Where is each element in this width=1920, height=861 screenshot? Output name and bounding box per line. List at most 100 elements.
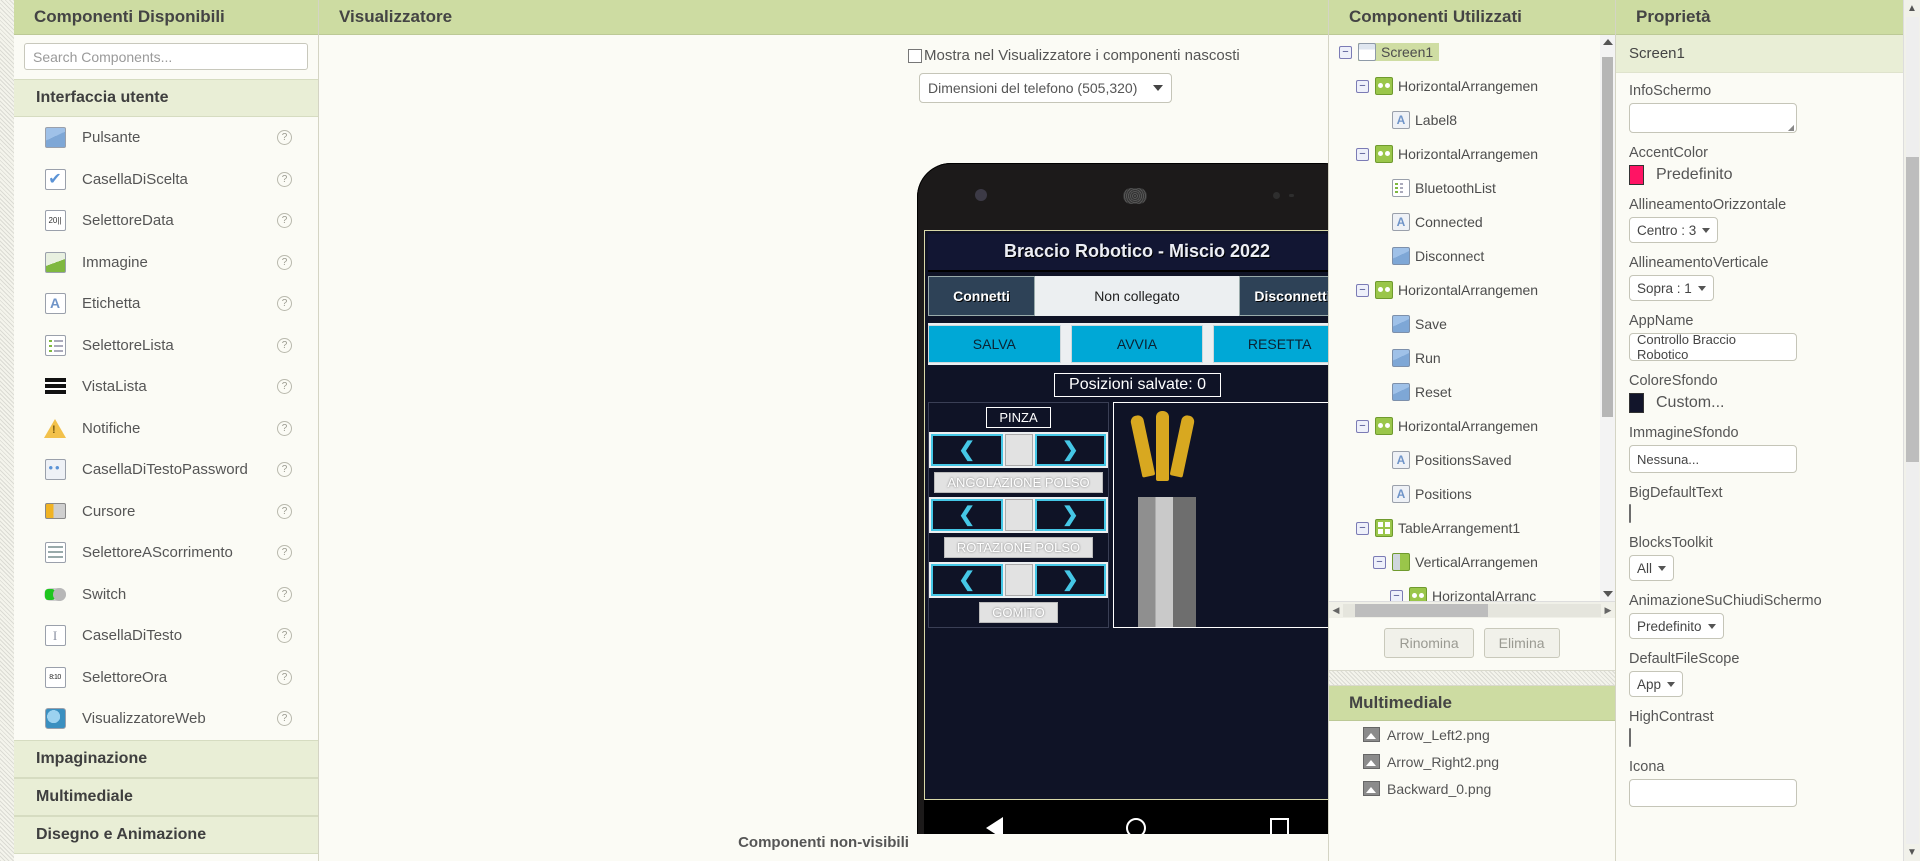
arrow-right-button-1[interactable]: ❯: [1034, 499, 1106, 531]
tree-node-label8[interactable]: Label8: [1329, 103, 1615, 137]
tree-node-bluetoothlist[interactable]: BluetoothList: [1329, 171, 1615, 205]
tree-scroll-right-icon[interactable]: ▶: [1601, 605, 1615, 616]
help-icon[interactable]: ?: [277, 462, 292, 478]
palette-item-visualizzatoreweb[interactable]: VisualizzatoreWeb?: [14, 698, 318, 740]
properties-scroll-down-icon[interactable]: ▼: [1907, 844, 1917, 861]
palette-item-immagine[interactable]: Immagine?: [14, 242, 318, 284]
help-icon[interactable]: ?: [277, 628, 292, 644]
palette-category-impaginazione[interactable]: Impaginazione: [14, 739, 318, 778]
recents-icon[interactable]: [1270, 818, 1290, 834]
tree-node-screen1[interactable]: − Screen1: [1329, 35, 1615, 69]
help-icon[interactable]: ?: [277, 545, 292, 561]
tree-node-run[interactable]: Run: [1329, 341, 1615, 375]
tree-scroll-thumb[interactable]: [1602, 57, 1613, 417]
tree-node-horizontalarrangemen[interactable]: − HorizontalArrangemen: [1329, 137, 1615, 171]
tree-node-horizontalarrangemen[interactable]: − HorizontalArrangemen: [1329, 409, 1615, 443]
tree-toggle-icon[interactable]: −: [1356, 79, 1369, 93]
tree-node-horizontalarrangemen[interactable]: − HorizontalArrangemen: [1329, 69, 1615, 103]
tree-vertical-scrollbar[interactable]: [1600, 35, 1615, 601]
tree-node-positions[interactable]: Positions: [1329, 477, 1615, 511]
palette-item-cursore[interactable]: Cursore?: [14, 491, 318, 533]
media-item-Backward_0.png[interactable]: Backward_0.png: [1329, 775, 1615, 802]
tree-node-save[interactable]: Save: [1329, 307, 1615, 341]
palette-item-selettoreascorrimento[interactable]: SelettoreAScorrimento?: [14, 532, 318, 574]
arrow-right-button-0[interactable]: ❯: [1034, 434, 1106, 466]
property-select[interactable]: Predefinito: [1629, 613, 1724, 639]
tree-toggle-icon[interactable]: −: [1339, 45, 1352, 59]
tree-node-disconnect[interactable]: Disconnect: [1329, 239, 1615, 273]
palette-item-caselladitestopassword[interactable]: CasellaDiTestoPassword?: [14, 449, 318, 491]
help-icon[interactable]: ?: [277, 213, 292, 229]
media-item-Arrow_Right2.png[interactable]: Arrow_Right2.png: [1329, 748, 1615, 775]
disconnect-button[interactable]: Disconnetti: [1239, 276, 1328, 316]
help-icon[interactable]: ?: [277, 337, 292, 353]
palette-item-switch[interactable]: Switch?: [14, 574, 318, 616]
arrow-left-button-2[interactable]: ❮: [931, 564, 1003, 596]
tree-node-horizontalarrangemen[interactable]: − HorizontalArrangemen: [1329, 273, 1615, 307]
tree-scroll-down-icon[interactable]: [1603, 591, 1613, 597]
tree-node-verticalarrangemen[interactable]: − VerticalArrangemen: [1329, 545, 1615, 579]
property-select[interactable]: Centro : 3: [1629, 217, 1719, 243]
tree-node-connected[interactable]: Connected: [1329, 205, 1615, 239]
help-icon[interactable]: ?: [277, 669, 292, 685]
help-icon[interactable]: ?: [277, 379, 292, 395]
tree-hscroll-track[interactable]: [1343, 603, 1601, 617]
help-icon[interactable]: ?: [277, 586, 292, 602]
property-color[interactable]: Custom...: [1629, 393, 1903, 413]
tree-node-positionssaved[interactable]: PositionsSaved: [1329, 443, 1615, 477]
tree-toggle-icon[interactable]: −: [1356, 283, 1369, 297]
help-icon[interactable]: ?: [277, 130, 292, 146]
property-select[interactable]: Sopra : 1: [1629, 275, 1714, 301]
property-select[interactable]: App: [1629, 671, 1684, 697]
property-textfield[interactable]: Controllo Braccio Robotico: [1629, 332, 1797, 362]
rename-button[interactable]: Rinomina: [1384, 628, 1474, 658]
connect-button[interactable]: Connetti: [928, 276, 1035, 316]
back-icon[interactable]: [985, 816, 1003, 834]
help-icon[interactable]: ?: [277, 711, 292, 727]
arrow-left-button-1[interactable]: ❮: [931, 499, 1003, 531]
tree-toggle-icon[interactable]: −: [1373, 555, 1386, 569]
property-textfield[interactable]: Nessuna...: [1629, 445, 1797, 473]
search-input[interactable]: [24, 43, 308, 70]
media-item-Arrow_Left2.png[interactable]: Arrow_Left2.png: [1329, 721, 1615, 748]
properties-scroll-thumb[interactable]: [1905, 157, 1919, 462]
properties-scroll-track[interactable]: [1905, 17, 1919, 844]
tree-node-horizontalarranc[interactable]: − HorizontalArranc: [1329, 579, 1615, 601]
tree-node-reset[interactable]: Reset: [1329, 375, 1615, 409]
arrow-right-button-2[interactable]: ❯: [1034, 564, 1106, 596]
property-checkbox[interactable]: [1629, 728, 1631, 747]
tree-scroll-up-icon[interactable]: [1603, 39, 1613, 45]
delete-button[interactable]: Elimina: [1483, 628, 1560, 658]
property-select[interactable]: All: [1629, 555, 1675, 581]
tree-hscroll-thumb[interactable]: [1355, 603, 1488, 617]
show-hidden-components-row[interactable]: Mostra nel Visualizzatore i componenti n…: [319, 35, 1328, 64]
help-icon[interactable]: ?: [277, 420, 292, 436]
color-swatch[interactable]: [1629, 393, 1644, 413]
palette-item-vistalista[interactable]: VistaLista?: [14, 366, 318, 408]
property-checkbox[interactable]: [1629, 504, 1631, 523]
help-icon[interactable]: ?: [277, 296, 292, 312]
home-icon[interactable]: [1126, 817, 1147, 834]
save-button[interactable]: SALVA: [928, 325, 1061, 363]
tree-toggle-icon[interactable]: −: [1356, 521, 1369, 535]
palette-item-selettorelista[interactable]: SelettoreLista?: [14, 325, 318, 367]
tree-horizontal-scrollbar[interactable]: ◀ ▶: [1329, 601, 1615, 618]
palette-category-interfaccia-utente[interactable]: Interfaccia utente: [14, 79, 318, 117]
tree-toggle-icon[interactable]: −: [1390, 589, 1403, 601]
palette-category-disegno-e-animazione[interactable]: Disegno e Animazione: [14, 815, 318, 854]
properties-scroll-up-icon[interactable]: ▲: [1907, 0, 1917, 17]
tree-toggle-icon[interactable]: −: [1356, 147, 1369, 161]
palette-item-selettoreora[interactable]: 8:10 SelettoreOra?: [14, 657, 318, 699]
arrow-left-button-0[interactable]: ❮: [931, 434, 1003, 466]
show-hidden-checkbox[interactable]: [908, 48, 922, 63]
palette-item-pulsante[interactable]: Pulsante?: [14, 117, 318, 159]
tree-node-tablearrangement1[interactable]: − TableArrangement1: [1329, 511, 1615, 545]
palette-item-etichetta[interactable]: Etichetta?: [14, 283, 318, 325]
palette-item-notifiche[interactable]: Notifiche?: [14, 408, 318, 450]
help-icon[interactable]: ?: [277, 503, 292, 519]
palette-item-selettoredata[interactable]: 20|| SelettoreData?: [14, 200, 318, 242]
help-icon[interactable]: ?: [277, 254, 292, 270]
property-textarea[interactable]: [1629, 103, 1797, 133]
run-button[interactable]: AVVIA: [1070, 325, 1204, 363]
palette-item-caselladiscelta[interactable]: CasellaDiScelta?: [14, 159, 318, 201]
